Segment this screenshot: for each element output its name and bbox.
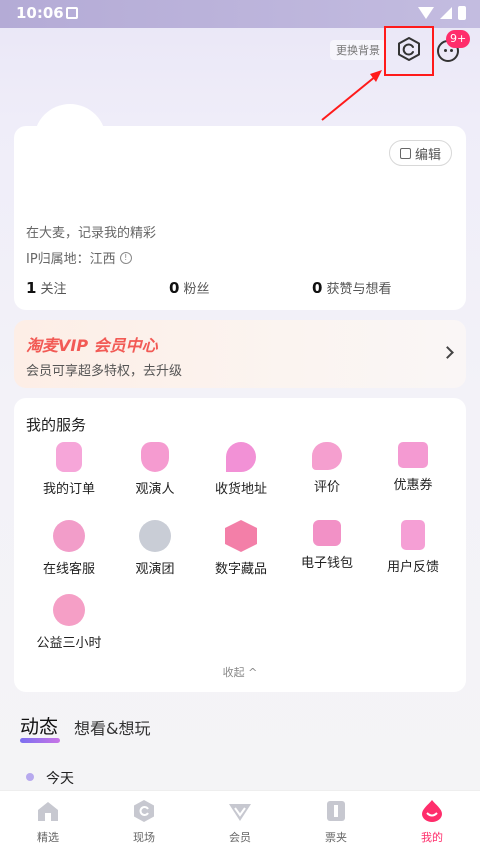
status-time: 10:06	[16, 4, 64, 22]
viewer-icon	[141, 442, 169, 472]
service-label: 优惠券	[393, 478, 433, 493]
bottom-nav: 精选 现场 会员 票夹 我的	[0, 790, 480, 853]
notification-icon	[66, 7, 78, 19]
stat-label: 获赞与想看	[326, 282, 392, 297]
annotation-highlight-box	[384, 26, 434, 76]
message-icon	[444, 49, 447, 52]
services-title: 我的服务	[26, 416, 87, 434]
profile-bio: 在大麦，记录我的精彩	[26, 226, 157, 241]
vip-subtitle: 会员可享超多特权，去升级	[26, 364, 183, 379]
nav-label: 现场	[133, 831, 155, 844]
service-label: 电子钱包	[300, 556, 353, 571]
service-label: 我的订单	[42, 482, 95, 497]
nav-featured[interactable]: 精选	[0, 791, 96, 853]
service-digital-collection[interactable]: 数字藏品	[198, 520, 284, 577]
service-charity[interactable]: 公益三小时	[26, 594, 112, 651]
nav-label: 票夹	[325, 831, 347, 844]
service-review[interactable]: 评价	[284, 442, 370, 495]
coupon-icon	[398, 442, 428, 468]
nav-tickets[interactable]: 票夹	[288, 791, 384, 853]
avatar[interactable]	[34, 104, 106, 176]
service-coupon[interactable]: 优惠券	[370, 442, 456, 493]
status-bar: 10:06	[0, 0, 480, 28]
tab-activity-label: 动态	[20, 716, 59, 738]
chevron-right-icon	[441, 346, 454, 359]
service-label: 观演人	[135, 482, 175, 497]
vip-title: 淘麦VIP 会员中心	[26, 336, 158, 355]
service-address[interactable]: 收货地址	[198, 442, 284, 497]
service-my-orders[interactable]: 我的订单	[26, 442, 112, 497]
timeline-today: 今天	[46, 771, 74, 787]
stat-label: 关注	[40, 282, 67, 297]
tab-underline	[20, 738, 60, 743]
stat-value: 0	[169, 279, 180, 297]
nav-label: 精选	[37, 831, 59, 844]
group-icon	[139, 520, 171, 552]
order-icon	[56, 442, 82, 472]
service-label: 数字藏品	[214, 562, 267, 577]
vip-center-card[interactable]: 淘麦VIP 会员中心 会员可享超多特权，去升级	[14, 320, 466, 388]
edit-profile-button[interactable]: 编辑	[388, 140, 452, 166]
ip-location-text: IP归属地：江西	[26, 252, 116, 267]
annotation-arrow-icon	[321, 70, 382, 121]
service-wallet[interactable]: 电子钱包	[284, 520, 370, 571]
profile-icon	[419, 799, 445, 823]
service-label: 在线客服	[42, 562, 95, 577]
stat-likes[interactable]: 0 获赞与想看	[312, 278, 455, 297]
edit-label: 编辑	[414, 147, 441, 163]
message-badge: 9+	[446, 30, 471, 48]
wallet-icon	[313, 520, 341, 546]
tab-wishlist[interactable]: 想看&想玩	[74, 715, 150, 739]
feedback-icon	[401, 520, 425, 550]
nav-label: 我的	[421, 831, 443, 844]
service-label: 观演团	[135, 562, 175, 577]
stat-followers[interactable]: 0 粉丝	[169, 278, 312, 297]
service-viewers[interactable]: 观演人	[112, 442, 198, 497]
status-icons	[418, 6, 466, 20]
charity-icon	[53, 594, 85, 626]
digital-collection-icon	[225, 520, 257, 552]
nav-profile[interactable]: 我的	[384, 791, 480, 853]
service-label: 公益三小时	[36, 636, 102, 651]
service-customer-service[interactable]: 在线客服	[26, 520, 112, 577]
stat-label: 粉丝	[183, 282, 210, 297]
wifi-icon	[418, 7, 434, 19]
nav-label: 会员	[229, 831, 251, 844]
service-feedback[interactable]: 用户反馈	[370, 520, 456, 575]
ip-location: IP归属地：江西 !	[26, 248, 132, 267]
stat-value: 1	[26, 279, 37, 297]
timeline-dot	[26, 773, 34, 781]
stat-value: 0	[312, 279, 323, 297]
collapse-button[interactable]: 收起 ^	[14, 664, 466, 680]
home-icon	[35, 799, 61, 823]
member-icon	[227, 799, 253, 823]
service-label: 评价	[313, 480, 340, 495]
review-icon	[312, 442, 342, 470]
address-icon	[226, 442, 256, 472]
live-icon	[131, 799, 157, 823]
info-icon[interactable]: !	[119, 251, 132, 264]
service-group[interactable]: 观演团	[112, 520, 198, 577]
ticket-icon	[323, 799, 349, 823]
tab-activity[interactable]: 动态	[20, 712, 60, 743]
feed-tabs: 动态 想看&想玩	[20, 712, 151, 743]
battery-icon	[458, 6, 466, 20]
services-card: 我的服务 我的订单 观演人 收货地址 评价 优惠券 在线客服 观演团 数字藏品 …	[14, 398, 466, 692]
signal-icon	[440, 7, 452, 19]
nav-member[interactable]: 会员	[192, 791, 288, 853]
service-label: 收货地址	[214, 482, 267, 497]
nav-live[interactable]: 现场	[96, 791, 192, 853]
stat-following[interactable]: 1 关注	[26, 278, 169, 297]
message-icon-eye	[450, 49, 453, 52]
customer-service-icon	[53, 520, 85, 552]
profile-stats: 1 关注 0 粉丝 0 获赞与想看	[26, 278, 456, 297]
change-background-button[interactable]: 更换背景	[330, 40, 386, 60]
edit-icon	[399, 147, 411, 159]
service-label: 用户反馈	[386, 560, 439, 575]
